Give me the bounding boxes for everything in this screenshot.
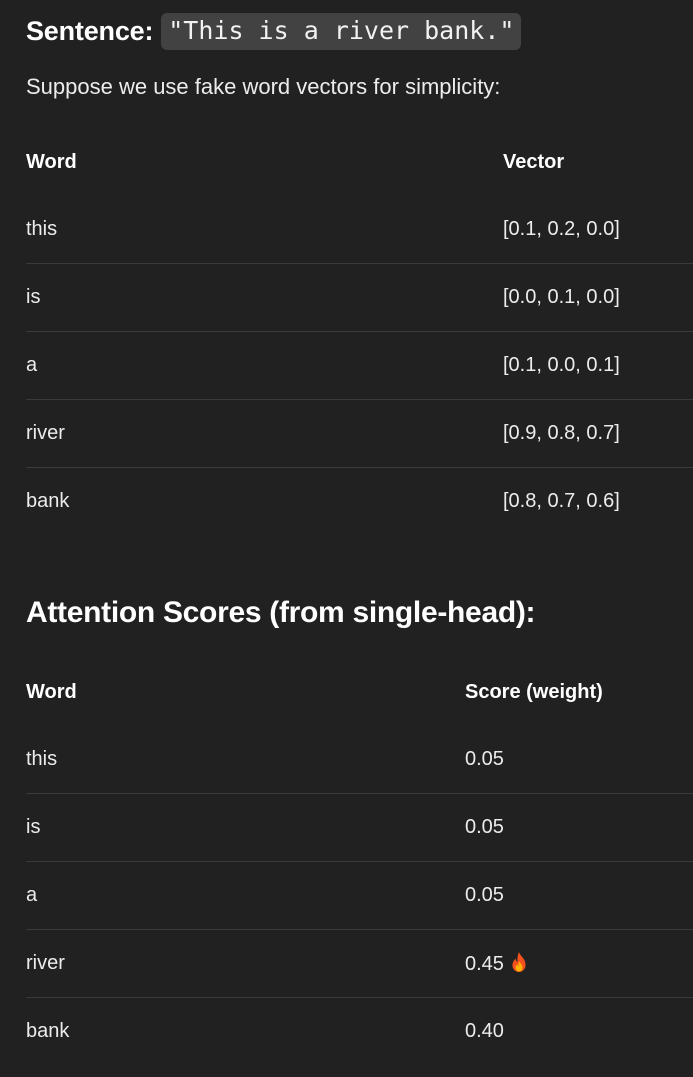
vector-cell: [0.1, 0.0, 0.1] (503, 354, 620, 376)
column-header-vector: Vector (503, 151, 565, 173)
score-cell: 0.05 (465, 884, 504, 906)
column-header-score: Score (weight) (465, 681, 603, 703)
table-header-row: Word Score (weight) (26, 659, 693, 726)
table-row: a [0.1, 0.0, 0.1] (26, 332, 693, 400)
column-header-word: Word (26, 681, 77, 703)
attention-section-title: Attention Scores (from single-head): (26, 596, 536, 629)
sentence-label: Sentence: (26, 15, 154, 46)
word-cell: this (26, 748, 58, 770)
fire-icon (510, 951, 528, 973)
word-cell: a (26, 354, 38, 376)
table-row: bank 0.40 (26, 998, 693, 1066)
score-value: 0.45 (465, 953, 504, 975)
score-cell: 0.40 (465, 1020, 504, 1042)
table-row: this [0.1, 0.2, 0.0] (26, 196, 693, 264)
score-cell: 0.05 (465, 816, 504, 838)
column-header-word: Word (26, 151, 77, 173)
intro-text: Suppose we use fake word vectors for sim… (26, 74, 501, 99)
word-cell: is (26, 286, 41, 308)
score-cell-with-icon: 0.45 (465, 930, 693, 998)
table-row: bank [0.8, 0.7, 0.6] (26, 468, 693, 536)
table-row: this 0.05 (26, 726, 693, 794)
word-cell: bank (26, 490, 70, 512)
table-row: is 0.05 (26, 794, 693, 862)
table-row: river 0.45 (26, 930, 693, 998)
word-cell: river (26, 952, 65, 974)
table-header-row: Word Vector (26, 129, 693, 196)
word-cell: bank (26, 1020, 70, 1042)
vector-cell: [0.9, 0.8, 0.7] (503, 422, 620, 444)
word-cell: a (26, 884, 38, 906)
table-row: river [0.9, 0.8, 0.7] (26, 400, 693, 468)
vector-table: Word Vector this [0.1, 0.2, 0.0] is [0.0… (26, 129, 693, 535)
sentence-code: "This is a river bank." (161, 12, 522, 50)
table-row: a 0.05 (26, 862, 693, 930)
vector-cell: [0.8, 0.7, 0.6] (503, 490, 620, 512)
table-row: is [0.0, 0.1, 0.0] (26, 264, 693, 332)
word-cell: this (26, 218, 58, 240)
attention-table: Word Score (weight) this 0.05 is 0.05 a … (26, 659, 693, 1065)
vector-cell: [0.0, 0.1, 0.0] (503, 286, 620, 308)
sentence-line: Sentence: "This is a river bank." (26, 12, 522, 50)
word-cell: river (26, 422, 65, 444)
score-cell: 0.05 (465, 748, 504, 770)
word-cell: is (26, 816, 41, 838)
vector-cell: [0.1, 0.2, 0.0] (503, 218, 620, 240)
